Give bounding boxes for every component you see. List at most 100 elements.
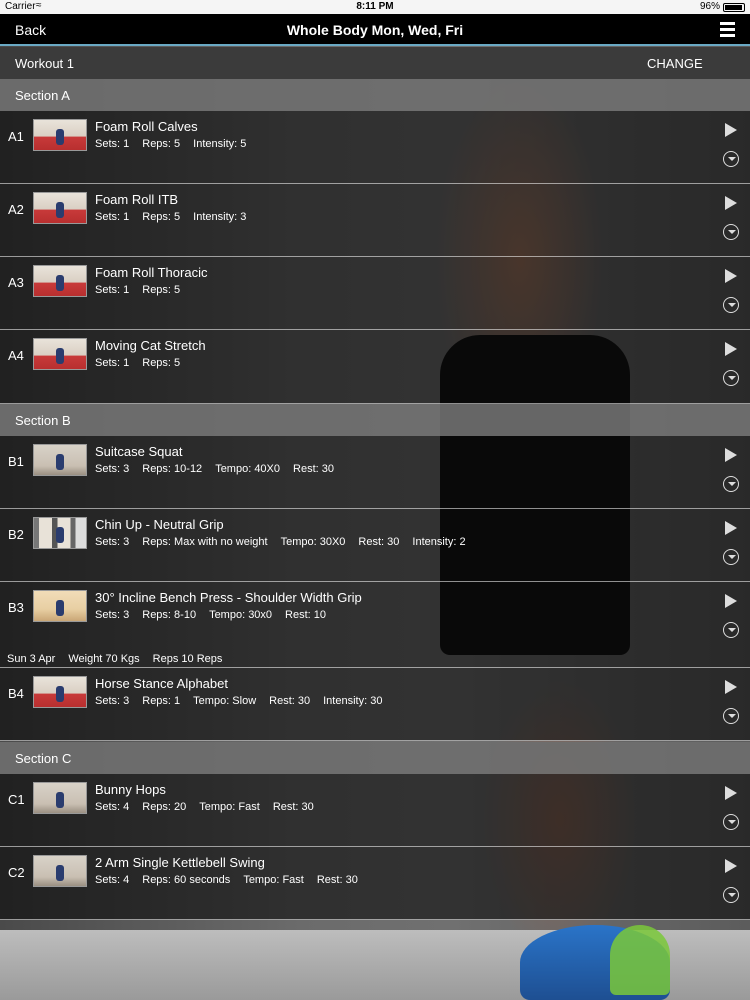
- exercise-detail: Reps: 8-10: [142, 609, 197, 621]
- exercise-name: Foam Roll Calves: [95, 119, 198, 134]
- exercise-detail: Rest: 30: [272, 801, 314, 813]
- chevron-down-icon[interactable]: [723, 151, 739, 167]
- exercise-detail: Sets: 3: [95, 695, 130, 707]
- exercise-thumbnail[interactable]: [33, 855, 87, 887]
- exercise-detail: Reps: 60 seconds: [142, 874, 231, 886]
- exercise-detail: Reps: Max with no weight: [142, 536, 268, 548]
- exercise-row[interactable]: A2 Foam Roll ITB Sets: 1 Reps: 5 Intensity: …: [0, 184, 750, 257]
- exercise-detail: Reps: 5: [142, 138, 181, 150]
- thumbnail-figure: [56, 348, 64, 364]
- history-value: Reps 10 Reps: [152, 653, 223, 665]
- exercise-detail: Tempo: Fast: [243, 874, 304, 886]
- section-header: Section A: [0, 79, 750, 111]
- exercise-detail: Rest: 30: [293, 463, 334, 475]
- status-bar: Carrier ≈ 8:11 PM 96%: [0, 0, 750, 14]
- exercise-row[interactable]: B4 Horse Stance Alphabet Sets: 3 Reps: 1 Tem…: [0, 668, 750, 741]
- exercise-detail: Sets: 3: [95, 609, 130, 621]
- exercise-thumbnail[interactable]: [33, 265, 87, 297]
- play-icon[interactable]: [725, 859, 737, 873]
- exercise-details: Sets: 3 Reps: 8-10 Tempo: 30x0 Rest: 10: [95, 609, 339, 621]
- exercise-name: Horse Stance Alphabet: [95, 676, 228, 691]
- exercise-thumbnail[interactable]: [33, 119, 87, 151]
- exercise-row[interactable]: B1 Suitcase Squat Sets: 3 Reps: 10-12 Tempo:…: [0, 436, 750, 509]
- play-icon[interactable]: [725, 342, 737, 356]
- exercise-detail: Rest: 30: [316, 874, 358, 886]
- chevron-down-icon[interactable]: [723, 476, 739, 492]
- exercise-name: Bunny Hops: [95, 782, 166, 797]
- exercise-code: C2: [8, 865, 25, 880]
- exercise-detail: Sets: 4: [95, 874, 130, 886]
- play-icon[interactable]: [725, 786, 737, 800]
- workout-bar: Workout 1 CHANGE: [0, 47, 750, 79]
- thumbnail-figure: [56, 792, 64, 808]
- exercise-code: B1: [8, 454, 24, 469]
- exercise-row[interactable]: B2 Chin Up - Neutral Grip Sets: 3 Reps: Max…: [0, 509, 750, 582]
- exercise-detail: Tempo: 40X0: [215, 463, 281, 475]
- change-button[interactable]: CHANGE: [647, 56, 703, 71]
- exercise-detail: Reps: 5: [142, 357, 181, 369]
- section-title: Section B: [15, 413, 71, 428]
- exercise-row[interactable]: C1 Bunny Hops Sets: 4 Reps: 20 Tempo: Fast Re…: [0, 774, 750, 847]
- chevron-down-icon[interactable]: [723, 370, 739, 386]
- chevron-down-icon[interactable]: [723, 887, 739, 903]
- exercise-detail: Reps: 1: [142, 695, 181, 707]
- exercise-name: Foam Roll ITB: [95, 192, 179, 207]
- chevron-down-icon[interactable]: [723, 297, 739, 313]
- exercise-row[interactable]: A3 Foam Roll Thoracic Sets: 1 Reps: 5: [0, 257, 750, 330]
- exercise-row[interactable]: B3 30° Incline Bench Press - Shoulder Wid…: [0, 582, 750, 668]
- exercise-code: B4: [8, 686, 24, 701]
- exercise-details: Sets: 1 Reps: 5 Intensity: 5: [95, 138, 259, 150]
- section-title: Section A: [15, 88, 70, 103]
- play-icon[interactable]: [725, 123, 737, 137]
- section-header: Section B: [0, 404, 750, 436]
- chevron-down-icon[interactable]: [723, 814, 739, 830]
- play-icon[interactable]: [725, 680, 737, 694]
- hamburger-menu-icon[interactable]: [720, 22, 735, 38]
- exercise-detail: Reps: 5: [142, 284, 181, 296]
- exercise-details: Sets: 1 Reps: 5 Intensity: 3: [95, 211, 259, 223]
- exercise-detail: Intensity: 30: [323, 695, 383, 707]
- chevron-down-icon[interactable]: [723, 224, 739, 240]
- exercise-detail: Sets: 1: [95, 284, 130, 296]
- play-icon[interactable]: [725, 196, 737, 210]
- exercise-details: Sets: 4 Reps: 20 Tempo: Fast Rest: 30: [95, 801, 327, 813]
- exercise-name: Chin Up - Neutral Grip: [95, 517, 224, 532]
- exercise-name: Foam Roll Thoracic: [95, 265, 208, 280]
- exercise-detail: Reps: 10-12: [142, 463, 203, 475]
- exercise-details: Sets: 1 Reps: 5: [95, 357, 193, 369]
- play-icon[interactable]: [725, 521, 737, 535]
- exercise-thumbnail[interactable]: [33, 338, 87, 370]
- thumbnail-figure: [56, 202, 64, 218]
- page-title: Whole Body Mon, Wed, Fri: [286, 22, 464, 38]
- exercise-detail: Tempo: 30x0: [209, 609, 273, 621]
- exercise-row[interactable]: C2 2 Arm Single Kettlebell Swing Sets: 4 Re…: [0, 847, 750, 920]
- exercise-detail: Intensity: 3: [193, 211, 247, 223]
- history-value: Sun 3 Apr: [7, 653, 56, 665]
- exercise-detail: Intensity: 2: [412, 536, 466, 548]
- thumbnail-figure: [56, 275, 64, 291]
- chevron-down-icon[interactable]: [723, 549, 739, 565]
- exercise-detail: Sets: 1: [95, 357, 130, 369]
- chevron-down-icon[interactable]: [723, 622, 739, 638]
- play-icon[interactable]: [725, 448, 737, 462]
- thumbnail-figure: [56, 600, 64, 616]
- exercise-thumbnail[interactable]: [33, 782, 87, 814]
- exercise-detail: Intensity: 5: [193, 138, 247, 150]
- history-value: Weight 70 Kgs: [68, 653, 140, 665]
- play-icon[interactable]: [725, 269, 737, 283]
- status-time: 8:11 PM: [356, 1, 394, 12]
- chevron-down-icon[interactable]: [723, 708, 739, 724]
- exercise-details: Sets: 3 Reps: Max with no weight Tempo: 30…: [95, 536, 479, 548]
- exercise-name: 30° Incline Bench Press - Shoulder Width…: [95, 590, 362, 605]
- exercise-row[interactable]: A1 Foam Roll Calves Sets: 1 Reps: 5 Intensit…: [0, 111, 750, 184]
- exercise-row[interactable]: A4 Moving Cat Stretch Sets: 1 Reps: 5: [0, 330, 750, 404]
- navigation-bar: Back Whole Body Mon, Wed, Fri: [0, 14, 750, 46]
- exercise-code: A2: [8, 202, 24, 217]
- play-icon[interactable]: [725, 594, 737, 608]
- exercise-thumbnail[interactable]: [33, 590, 87, 622]
- exercise-thumbnail[interactable]: [33, 676, 87, 708]
- exercise-thumbnail[interactable]: [33, 444, 87, 476]
- exercise-thumbnail[interactable]: [33, 192, 87, 224]
- exercise-thumbnail[interactable]: [33, 517, 87, 549]
- exercise-detail: Tempo: Slow: [193, 695, 257, 707]
